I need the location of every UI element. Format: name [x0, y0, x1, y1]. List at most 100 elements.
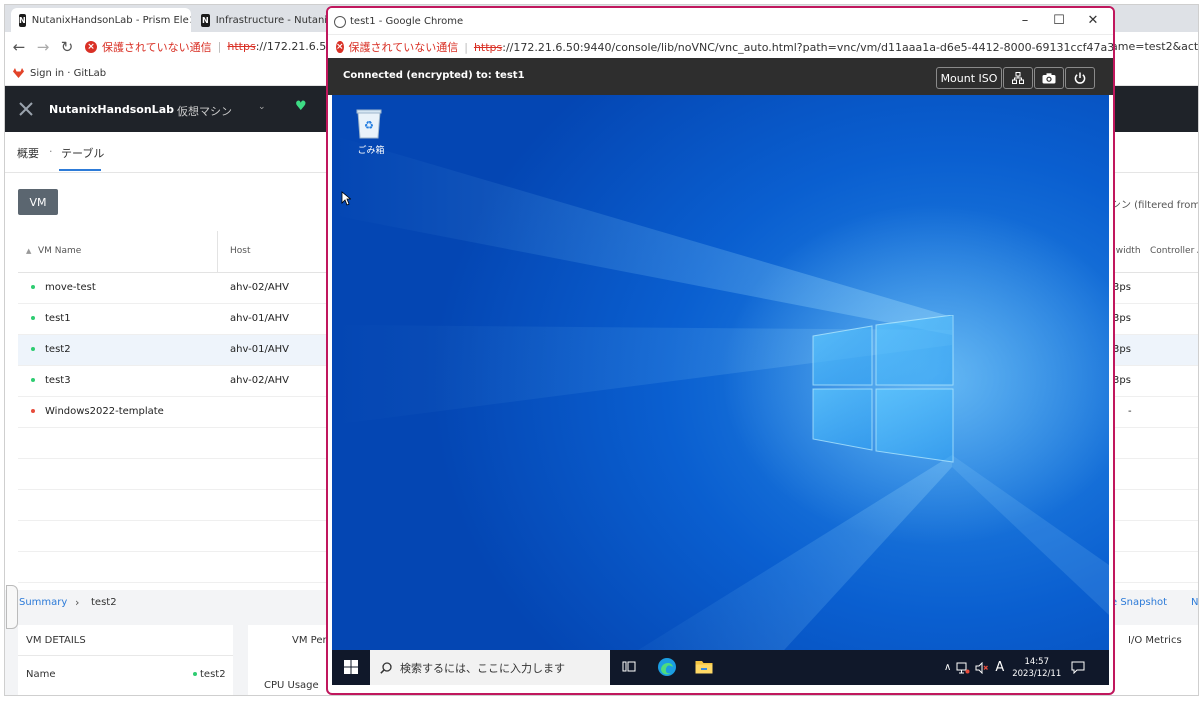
back-arrow-icon[interactable]: ←	[7, 38, 31, 56]
security-warning-icon[interactable]: ×	[85, 40, 97, 53]
tab-label: NutanixHandsonLab - Prism Ele	[31, 14, 189, 26]
vm-details-card: VM DETAILS Name test2	[18, 625, 233, 695]
ime-indicator[interactable]: A	[995, 660, 1004, 675]
nutanix-x-logo-icon	[19, 102, 33, 116]
url-text-right[interactable]: ame=test2&action	[1111, 40, 1198, 53]
recycle-bin-icon[interactable]: ♻	[354, 107, 384, 139]
forward-arrow-icon[interactable]: →	[31, 38, 55, 56]
subnav-separator: ·	[49, 145, 53, 158]
vm-bandwidth: 3ps	[1113, 344, 1131, 355]
vm-bandwidth: 3ps	[1113, 313, 1131, 324]
power-icon[interactable]	[1065, 67, 1095, 89]
vm-details-title: VM DETAILS	[26, 635, 86, 646]
active-tab-indicator	[59, 169, 101, 171]
windows-logo-icon	[812, 315, 954, 463]
start-button-icon[interactable]	[344, 660, 358, 674]
recycle-bin-label[interactable]: ごみ箱	[346, 143, 396, 156]
url-text[interactable]: ://172.21.6.50:9440/console/lib/noVNC/vn…	[502, 41, 1113, 54]
sort-asc-icon[interactable]: ▲	[26, 247, 31, 255]
vnc-connection-status: Connected (encrypted) to: test1	[343, 70, 525, 81]
show-hidden-icons-icon[interactable]: ∧	[944, 662, 951, 673]
mouse-cursor-icon	[341, 191, 351, 206]
nutanix-logo-icon: N	[19, 13, 26, 27]
status-dot	[193, 672, 197, 676]
vnc-console-window: test1 - Google Chrome – ☐ ✕ × 保護されていない通信…	[326, 6, 1115, 695]
network-icon[interactable]	[1003, 67, 1033, 89]
tab-io-metrics[interactable]: I/O Metrics	[1128, 635, 1182, 646]
vm-host: ahv-01/AHV	[230, 344, 290, 355]
system-tray: ∧ A 14:57 2023/12/11	[944, 650, 1104, 685]
cpu-usage-label: CPU Usage	[264, 680, 319, 691]
reload-icon[interactable]: ↻	[55, 38, 79, 56]
column-divider	[217, 231, 218, 272]
vm-name[interactable]: test2	[45, 344, 71, 355]
tab-overview[interactable]: 概要	[17, 145, 39, 161]
maximize-icon[interactable]: ☐	[1042, 11, 1076, 31]
breadcrumb-arrow: ›	[75, 596, 80, 609]
vm-name[interactable]: test3	[45, 375, 71, 386]
column-host[interactable]: Host	[230, 246, 251, 256]
breadcrumb-summary[interactable]: Summary	[19, 597, 67, 608]
section-menu[interactable]: 仮想マシン	[177, 103, 232, 119]
network-status-icon[interactable]	[956, 662, 970, 674]
edge-browser-icon[interactable]	[657, 657, 677, 677]
vm-bandwidth: 3ps	[1113, 282, 1131, 293]
security-warning-icon[interactable]: ×	[336, 41, 344, 53]
popup-address-bar: × 保護されていない通信 | https ://172.21.6.50:9440…	[328, 34, 1113, 59]
tab-label: Infrastructure - Nutanix	[215, 14, 333, 26]
camera-icon[interactable]	[1034, 67, 1064, 89]
search-placeholder: 検索するには、ここに入力します	[400, 661, 565, 675]
minimize-icon[interactable]: –	[1008, 11, 1042, 31]
vm-name-label: Name	[26, 669, 56, 680]
health-heart-icon[interactable]: ♥	[295, 99, 307, 114]
svg-text:♻: ♻	[364, 119, 374, 132]
close-icon[interactable]: ✕	[1076, 11, 1110, 31]
vm-bandwidth: -	[1128, 406, 1132, 417]
tab-prism-element[interactable]: N NutanixHandsonLab - Prism Ele ✕	[11, 8, 191, 32]
tab-vm-performance[interactable]: VM Per	[292, 635, 327, 646]
vm-name[interactable]: test1	[45, 313, 71, 324]
clock-time: 14:57	[1024, 656, 1049, 667]
status-dot	[31, 409, 35, 413]
system-clock[interactable]: 14:57 2023/12/11	[1012, 656, 1061, 680]
bookmark-gitlab[interactable]: Sign in · GitLab	[30, 68, 106, 79]
more-actions-link[interactable]: N	[1191, 597, 1198, 608]
clock-date: 2023/12/11	[1012, 668, 1062, 679]
filter-count-text: シン (filtered from	[1111, 200, 1199, 211]
vm-name[interactable]: Windows2022-template	[45, 406, 164, 417]
taskbar-search-box[interactable]: 検索するには、ここに入力します	[370, 650, 610, 685]
wallpaper-light-rays	[332, 135, 1109, 685]
task-view-icon[interactable]	[622, 660, 636, 674]
column-controller[interactable]: Controller A	[1150, 246, 1198, 256]
remote-desktop[interactable]: ♻ ごみ箱 検索するには、ここに入力します ∧ A 14:57 2023/12/…	[332, 95, 1109, 685]
chevron-down-icon[interactable]: ⌄	[258, 102, 266, 112]
file-explorer-icon[interactable]	[695, 659, 713, 674]
mount-iso-button[interactable]: Mount ISO	[936, 67, 1002, 89]
novnc-control-bar: Connected (encrypted) to: test1 Mount IS…	[328, 58, 1113, 95]
breadcrumb-vm: test2	[91, 597, 117, 608]
panel-resize-handle[interactable]	[6, 585, 18, 629]
globe-icon	[334, 16, 346, 28]
cluster-name[interactable]: NutanixHandsonLab	[49, 103, 174, 116]
create-vm-button[interactable]: VM	[18, 189, 58, 215]
divider	[18, 655, 233, 656]
notification-center-icon[interactable]	[1071, 661, 1085, 674]
url-scheme[interactable]: https	[474, 41, 502, 54]
tab-infrastructure[interactable]: N Infrastructure - Nutanix	[193, 8, 333, 32]
vm-host: ahv-02/AHV	[230, 282, 290, 293]
vm-bandwidth: 3ps	[1113, 375, 1131, 386]
window-title: test1 - Google Chrome	[350, 16, 464, 27]
vm-name[interactable]: move-test	[45, 282, 96, 293]
close-tab-icon[interactable]: ✕	[189, 13, 191, 27]
column-vm-name[interactable]: VM Name	[38, 246, 81, 256]
volume-icon[interactable]	[975, 661, 989, 674]
security-warning-text[interactable]: 保護されていない通信	[102, 39, 212, 55]
vm-host: ahv-02/AHV	[230, 375, 290, 386]
url-scheme[interactable]: https	[227, 40, 255, 53]
take-snapshot-link[interactable]: e Snapshot	[1111, 597, 1167, 608]
status-dot	[31, 316, 35, 320]
divider: |	[464, 40, 468, 54]
tab-table[interactable]: テーブル	[61, 145, 104, 161]
vm-name-value: test2	[200, 669, 226, 680]
security-warning-text[interactable]: 保護されていない通信	[349, 39, 459, 55]
